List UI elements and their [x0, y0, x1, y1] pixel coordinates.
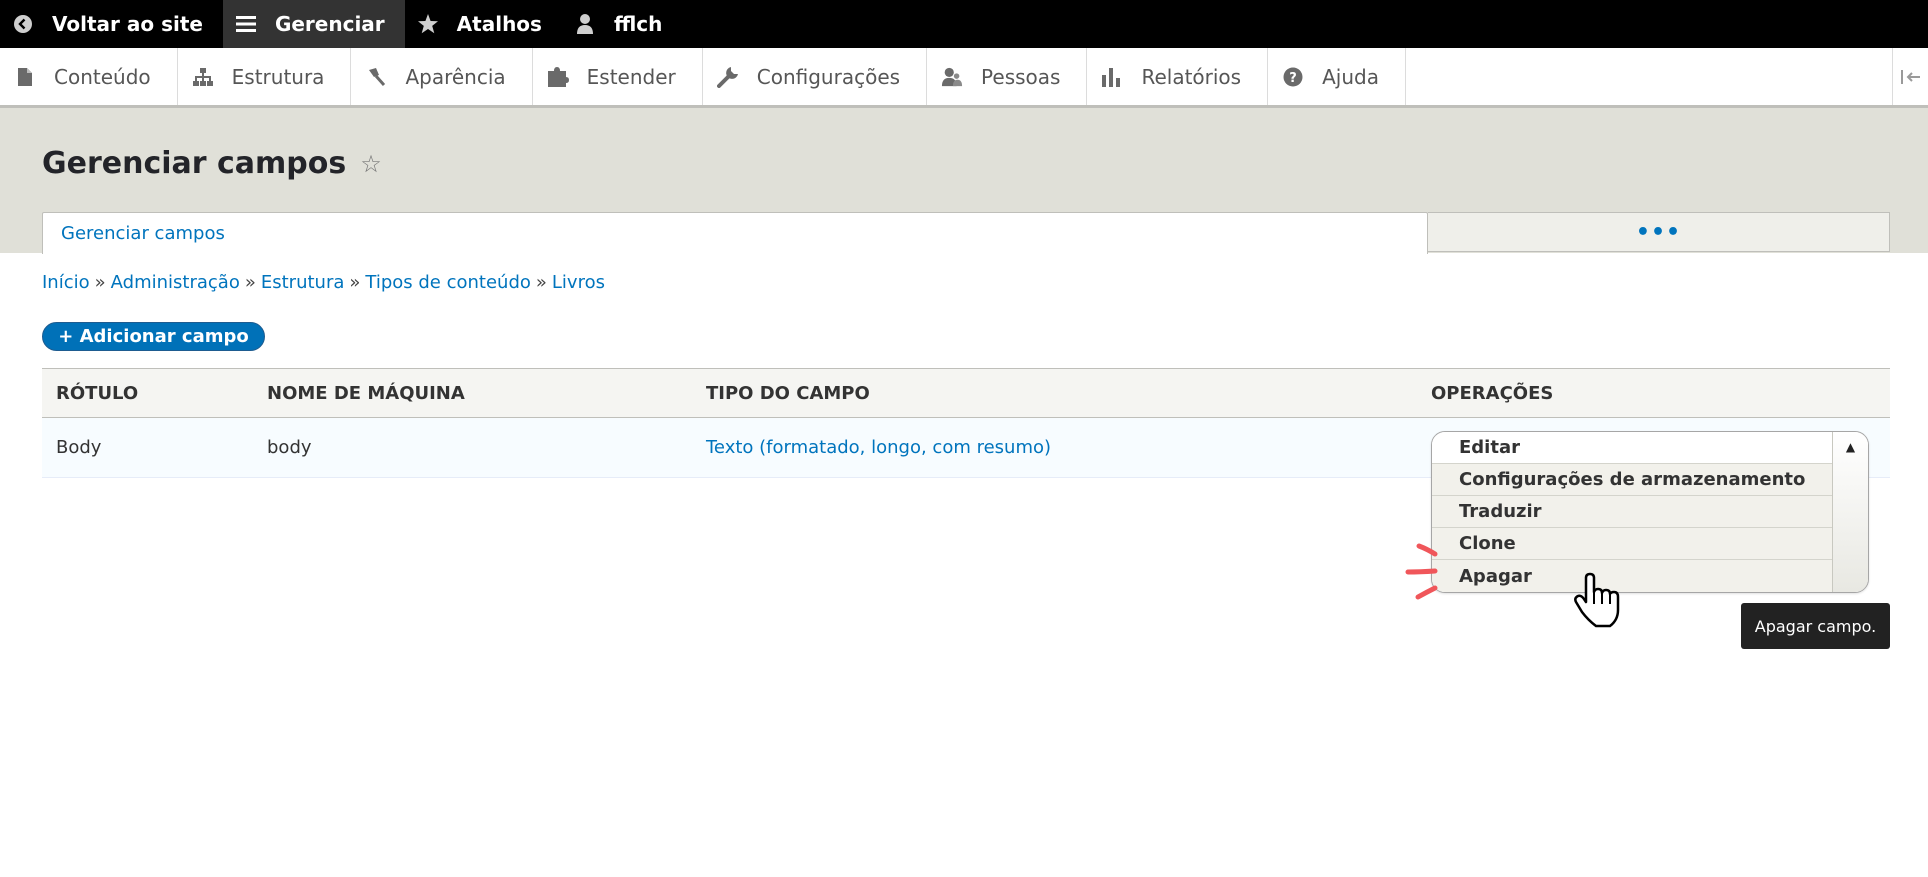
hamburger-menu-icon [235, 14, 257, 34]
field-type-link[interactable]: Texto (formatado, longo, com resumo) [706, 437, 1051, 458]
column-header-operations: OPERAÇÕES [1431, 382, 1554, 404]
tray-item-help[interactable]: ? Ajuda [1268, 48, 1406, 105]
tray-item-label: Estender [586, 64, 676, 89]
help-circle-icon: ? [1282, 67, 1304, 87]
breadcrumb-structure[interactable]: Estrutura [261, 272, 345, 293]
tooltip-delete-field: Apagar campo. [1741, 603, 1890, 649]
breadcrumb: Início» Administração» Estrutura» Tipos de … [42, 272, 605, 293]
toolbar-manage[interactable]: Gerenciar [222, 0, 405, 48]
breadcrumb-separator: » [535, 272, 547, 293]
operation-storage-settings[interactable]: Configurações de armazenamento [1432, 464, 1834, 496]
toolbar-user[interactable]: fflch [562, 0, 682, 48]
toolbar-shortcuts[interactable]: Atalhos [405, 0, 562, 48]
chevron-left-circle-icon [12, 14, 34, 34]
breadcrumb-content-types[interactable]: Tipos de conteúdo [365, 272, 531, 293]
breadcrumb-separator: » [94, 272, 106, 293]
toolbar-back-to-site[interactable]: Voltar ao site [0, 0, 223, 48]
table-header: RÓTULO NOME DE MÁQUINA TIPO DO CAMPO OPE… [42, 368, 1890, 418]
tray-item-label: Estrutura [231, 64, 325, 89]
toolbar-shortcuts-label: Atalhos [456, 12, 542, 36]
cell-field-type: Texto (formatado, longo, com resumo) [706, 418, 1051, 477]
toolbar-user-label: fflch [613, 12, 663, 36]
operations-dropbutton: Editar Configurações de armazenamento Tr… [1431, 431, 1869, 593]
breadcrumb-books[interactable]: Livros [552, 272, 605, 293]
paintbrush-icon [365, 67, 387, 87]
breadcrumb-home[interactable]: Início [42, 272, 90, 293]
breadcrumb-separator: » [349, 272, 361, 293]
caret-up-icon: ▲ [1845, 440, 1856, 454]
toolbar-back-label: Voltar ao site [52, 12, 203, 36]
tray-item-extend[interactable]: Estender [533, 48, 703, 105]
tray-item-structure[interactable]: Estrutura [178, 48, 352, 105]
column-header-label: RÓTULO [56, 382, 139, 404]
hand-cursor-icon [1574, 572, 1620, 628]
breadcrumb-separator: » [244, 272, 256, 293]
add-field-button[interactable]: + Adicionar campo [42, 322, 265, 351]
tab-manage-fields[interactable]: Gerenciar campos [42, 212, 1428, 254]
highlight-marks [1405, 543, 1438, 600]
tabs-more-button[interactable]: ••• [1428, 212, 1890, 252]
operation-clone[interactable]: Clone [1432, 528, 1834, 560]
tray-item-label: Conteúdo [54, 64, 151, 89]
tray-item-label: Ajuda [1322, 64, 1379, 89]
tray-item-appearance[interactable]: Aparência [351, 48, 533, 105]
page-header: Gerenciar campos ☆ Gerenciar campos ••• [0, 108, 1928, 254]
operation-edit[interactable]: Editar [1432, 432, 1834, 464]
tray-item-configuration[interactable]: Configurações [703, 48, 928, 105]
sitemap-icon [192, 67, 214, 87]
column-header-machine-name: NOME DE MÁQUINA [267, 382, 465, 404]
puzzle-icon [547, 66, 569, 87]
user-icon [574, 13, 596, 35]
star-icon [417, 13, 439, 35]
collapse-tray-icon[interactable] [1892, 48, 1928, 105]
toolbar-manage-label: Gerenciar [274, 12, 385, 36]
cell-label: Body [56, 437, 102, 458]
page-title-wrap: Gerenciar campos ☆ [42, 146, 382, 181]
dropbutton-toggle[interactable]: ▲ [1832, 432, 1868, 592]
people-icon [941, 66, 963, 88]
svg-text:?: ? [1289, 71, 1297, 86]
tray-item-people[interactable]: Pessoas [927, 48, 1088, 105]
tray-item-label: Pessoas [981, 64, 1061, 89]
breadcrumb-administration[interactable]: Administração [111, 272, 240, 293]
operation-translate[interactable]: Traduzir [1432, 496, 1834, 528]
tray-item-content[interactable]: Conteúdo [0, 48, 178, 105]
page-title: Gerenciar campos [42, 146, 347, 181]
star-outline-icon[interactable]: ☆ [360, 150, 382, 178]
wrench-icon [716, 66, 739, 88]
tray-item-reports[interactable]: Relatórios [1087, 48, 1269, 105]
tray-item-label: Configurações [756, 64, 901, 89]
tray-item-label: Aparência [405, 64, 506, 89]
file-icon [14, 67, 36, 87]
bar-chart-icon [1101, 67, 1123, 87]
operation-delete[interactable]: Apagar [1432, 560, 1834, 592]
cell-machine-name: body [267, 437, 312, 458]
admin-tray: Conteúdo Estrutura Aparência Estender Co… [0, 48, 1928, 108]
column-header-field-type: TIPO DO CAMPO [706, 382, 870, 404]
admin-toolbar: Voltar ao site Gerenciar Atalhos fflch [0, 0, 1928, 48]
tray-item-label: Relatórios [1141, 64, 1242, 89]
